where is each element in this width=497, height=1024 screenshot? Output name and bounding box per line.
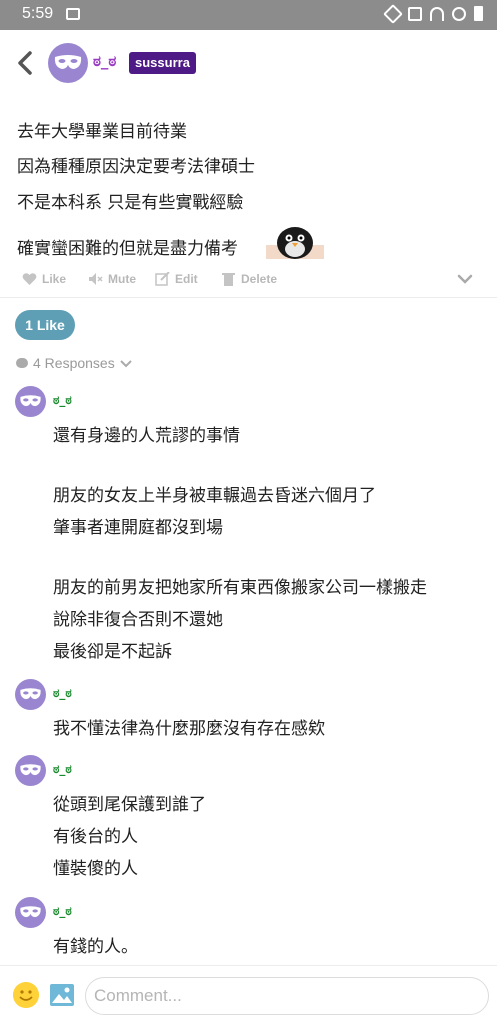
- commenter-name[interactable]: ಠ_ಠ: [53, 393, 72, 408]
- post-action-bar: Like Mute Edit Delete: [0, 266, 497, 296]
- comment-text-line: 說除非復合否則不還她: [53, 610, 223, 630]
- comment-text-line: 有後台的人: [53, 827, 138, 847]
- trash-icon: [222, 273, 235, 286]
- responses-toggle[interactable]: 4 Responses: [16, 355, 132, 371]
- status-time: 5:59: [22, 5, 54, 22]
- sim-icon: [408, 6, 422, 21]
- like-button[interactable]: Like: [22, 272, 66, 286]
- post-line: 確實蠻困難的但就是盡力備考: [17, 239, 238, 259]
- status-bar: 5:59: [0, 0, 497, 30]
- comment-input[interactable]: [85, 977, 489, 1015]
- author-name[interactable]: ಠ_ಠ: [93, 52, 116, 70]
- commenter-name[interactable]: ಠ_ಠ: [53, 686, 72, 701]
- image-notification-icon: [66, 8, 80, 20]
- comment-text-line: 肇事者連開庭都沒到場: [53, 518, 223, 538]
- post-line: 因為種種原因決定要考法律碩士: [17, 157, 255, 177]
- mask-icon: [20, 688, 41, 700]
- mask-icon: [20, 764, 41, 776]
- like-label: Like: [42, 272, 67, 286]
- image-upload-icon[interactable]: [49, 983, 75, 1007]
- comment-composer: [0, 965, 497, 1024]
- mute-button[interactable]: Mute: [88, 272, 136, 286]
- comment-text-line: 朋友的女友上半身被車輾過去昏迷六個月了: [53, 486, 376, 506]
- mask-icon: [20, 395, 41, 407]
- commenter-avatar[interactable]: [15, 755, 46, 786]
- penguin-sticker: [266, 227, 324, 259]
- commenter-avatar[interactable]: [15, 679, 46, 710]
- edit-icon: [155, 272, 170, 286]
- commenter-name[interactable]: ಠ_ಠ: [53, 904, 72, 919]
- author-badge: sussurra: [129, 52, 196, 74]
- mute-label: Mute: [108, 272, 136, 286]
- post-line: 不是本科系 只是有些實戰經驗: [17, 193, 244, 213]
- chevron-down-icon: [120, 360, 132, 368]
- mute-icon: [383, 3, 403, 24]
- comment-text-line: 朋友的前男友把她家所有東西像搬家公司一樣搬走: [53, 578, 427, 598]
- mask-icon: [54, 55, 82, 69]
- responses-label: 4 Responses: [33, 355, 115, 371]
- delete-button[interactable]: Delete: [221, 272, 277, 286]
- mask-icon: [20, 906, 41, 918]
- commenter-avatar[interactable]: [15, 386, 46, 417]
- speaker-mute-icon: [89, 273, 103, 285]
- edit-button[interactable]: Edit: [155, 272, 198, 286]
- comment-text-line: 有錢的人。: [53, 937, 138, 957]
- wifi-icon: [430, 6, 444, 21]
- post-line: 去年大學畢業目前待業: [17, 122, 187, 142]
- comment-text-line: 最後卻是不起訴: [53, 642, 172, 662]
- commenter-avatar[interactable]: [15, 897, 46, 928]
- chevron-down-icon[interactable]: [457, 271, 473, 287]
- comment-text-line: 我不懂法律為什麼那麼沒有存在感欸: [53, 719, 325, 739]
- battery-icon: [474, 6, 483, 21]
- comment-text-line: 從頭到尾保護到誰了: [53, 795, 206, 815]
- status-icons: [383, 3, 483, 24]
- delete-label: Delete: [241, 272, 278, 286]
- no-signal-icon: [452, 6, 466, 21]
- author-avatar[interactable]: [48, 43, 88, 83]
- back-arrow-icon[interactable]: [14, 48, 38, 78]
- edit-label: Edit: [175, 272, 198, 286]
- commenter-name[interactable]: ಠ_ಠ: [53, 762, 72, 777]
- comment-text-line: 懂裝傻的人: [53, 859, 138, 879]
- like-count-pill[interactable]: 1 Like: [15, 310, 75, 340]
- heart-icon: [22, 273, 37, 285]
- comment-text-line: 還有身邊的人荒謬的事情: [53, 426, 240, 446]
- emoji-icon[interactable]: [13, 982, 39, 1008]
- divider: [0, 297, 497, 298]
- speech-bubble-icon: [16, 358, 28, 368]
